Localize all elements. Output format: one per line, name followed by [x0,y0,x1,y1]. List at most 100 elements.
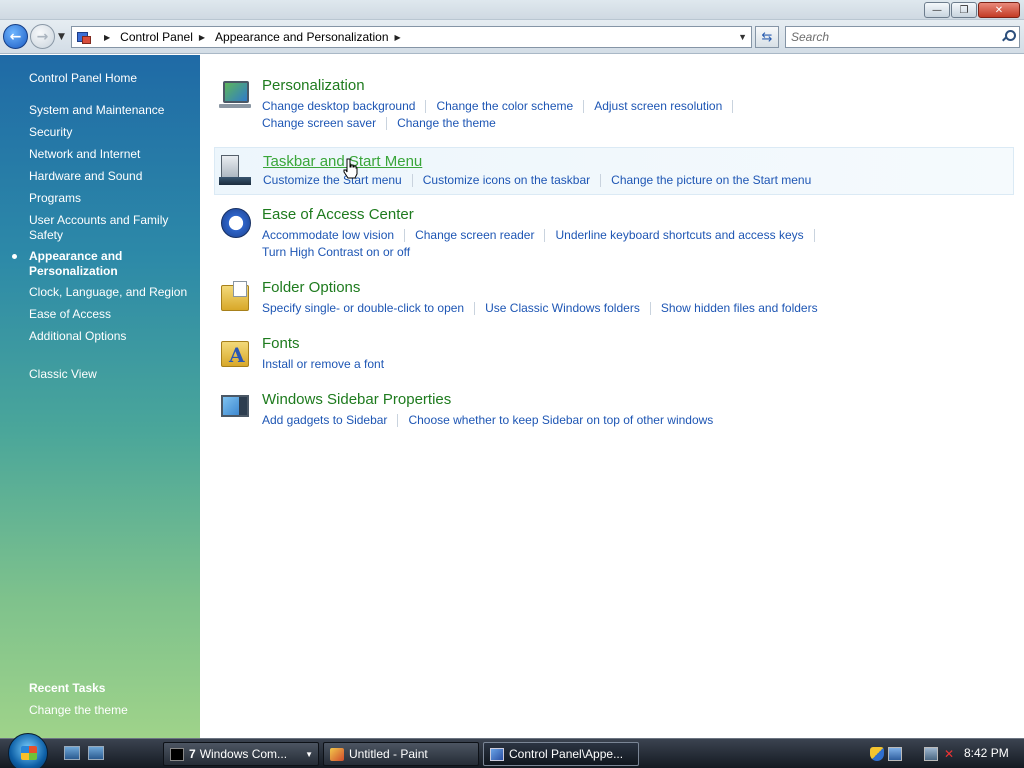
ease-of-access-icon[interactable] [219,208,251,240]
task-row: Change desktop background Change the colo… [262,99,743,114]
switch-windows-icon[interactable] [88,746,104,760]
task-link[interactable]: Choose whether to keep Sidebar on top of… [408,413,713,427]
fonts-icon[interactable]: A [219,337,251,369]
task-link[interactable]: Specify single- or double-click to open [262,301,464,315]
category-title[interactable]: Folder Options [262,279,360,296]
address-bar[interactable]: ▶ Control Panel ▶ Appearance and Persona… [71,26,752,48]
taskbar-button-paint[interactable]: Untitled - Paint [323,742,479,766]
task-row: Specify single- or double-click to open U… [262,301,818,316]
sidebar-control-panel-home[interactable]: Control Panel Home [29,71,194,86]
taskbar-button-label: Control Panel\Appe... [509,747,624,761]
task-link[interactable]: Show hidden files and folders [661,301,818,315]
forward-button[interactable]: → [30,24,55,49]
command-prompt-icon [170,747,184,761]
search-input[interactable] [791,30,991,44]
taskbar-button-label: Windows Com... [199,747,288,761]
minimize-button[interactable]: — [924,2,950,18]
taskbar: 7 Windows Com... ▼ Untitled - Paint Cont… [0,733,1024,768]
task-link[interactable]: Add gadgets to Sidebar [262,413,387,427]
control-panel-icon [490,747,504,761]
task-link[interactable]: Customize the Start menu [263,173,402,187]
clock[interactable]: 8:42 PM [964,746,1009,760]
notification-area: ✕ [870,744,956,764]
task-link[interactable]: Change desktop background [262,99,415,113]
taskbar-button-control-panel[interactable]: Control Panel\Appe... [483,742,639,766]
task-link[interactable]: Change screen saver [262,116,376,130]
category-taskbar: Taskbar and Start Menu Customize the Sta… [214,147,1014,195]
category-title[interactable]: Ease of Access Center [262,206,414,223]
task-link[interactable]: Underline keyboard shortcuts and access … [555,228,803,242]
task-link[interactable]: Turn High Contrast on or off [262,245,410,259]
back-button[interactable]: ← [3,24,28,49]
task-link[interactable]: Change the color scheme [436,99,573,113]
control-panel-icon [76,30,92,44]
title-bar: — ❐ ✕ [0,0,1024,20]
task-link[interactable]: Change screen reader [415,228,534,242]
selected-bullet [12,254,17,259]
sidebar-item-clock[interactable]: Clock, Language, and Region [29,285,194,300]
task-row: Turn High Contrast on or off [262,245,410,259]
sidebar-item-user-accounts[interactable]: User Accounts and Family Safety [29,213,194,243]
sidebar-item-security[interactable]: Security [29,125,194,140]
sidebar-item-additional[interactable]: Additional Options [29,329,194,344]
start-button[interactable] [8,733,48,768]
network-icon[interactable] [888,747,902,761]
refresh-button[interactable]: ⇆ [755,26,779,48]
address-dropdown-icon[interactable]: ▼ [738,32,747,42]
chevron-right-icon[interactable]: ▶ [199,33,205,42]
folder-icon[interactable] [219,281,251,313]
chevron-right-icon[interactable]: ▶ [104,33,110,42]
task-link[interactable]: Adjust screen resolution [594,99,722,113]
volume-muted-icon[interactable]: ✕ [942,747,956,761]
search-icon[interactable] [1002,30,1016,42]
sidebar-item-network[interactable]: Network and Internet [29,147,194,162]
navigation-bar: ← → ▼ ▶ Control Panel ▶ Appearance and P… [0,20,1024,54]
task-row: Add gadgets to Sidebar Choose whether to … [262,413,713,428]
task-link[interactable]: Use Classic Windows folders [485,301,640,315]
security-shield-icon[interactable] [870,747,884,761]
sidebar-item-system[interactable]: System and Maintenance [29,103,194,118]
group-dropdown-icon: ▼ [305,750,313,759]
taskbar-icon[interactable] [219,153,251,185]
sidebar-item-ease-of-access[interactable]: Ease of Access [29,307,194,322]
refresh-icon: ⇆ [761,29,773,45]
sidebar-item-hardware[interactable]: Hardware and Sound [29,169,194,184]
category-fonts: A Fonts Install or remove a font [215,335,1015,375]
monitor-icon[interactable] [219,79,251,111]
category-title[interactable]: Windows Sidebar Properties [262,391,451,408]
category-ease-of-access: Ease of Access Center Accommodate low vi… [215,206,1015,262]
task-row: Accommodate low vision Change screen read… [262,228,825,243]
category-folder-options: Folder Options Specify single- or double… [215,279,1015,319]
window-count: 7 [189,747,196,761]
task-row: Change screen saver Change the theme [262,116,496,131]
maximize-button[interactable]: ❐ [951,2,977,18]
category-title[interactable]: Personalization [262,77,365,94]
breadcrumb-appearance[interactable]: Appearance and Personalization [215,30,388,44]
task-row: Install or remove a font [262,357,384,371]
task-link[interactable]: Accommodate low vision [262,228,394,242]
task-link[interactable]: Change the picture on the Start menu [611,173,811,187]
close-button[interactable]: ✕ [978,2,1020,18]
taskbar-button-command-prompt[interactable]: 7 Windows Com... ▼ [163,742,319,766]
sidebar-item-programs[interactable]: Programs [29,191,194,206]
category-personalization: Personalization Change desktop backgroun… [215,77,1015,133]
search-box[interactable] [785,26,1020,48]
breadcrumb-control-panel[interactable]: Control Panel [120,30,193,44]
task-link[interactable]: Install or remove a font [262,357,384,371]
sidebar-item-appearance: Appearance and Personalization [29,249,123,278]
recent-task-change-theme[interactable]: Change the theme [29,703,194,718]
chevron-right-icon[interactable]: ▶ [395,33,401,42]
main-content: Personalization Change desktop backgroun… [201,55,1024,738]
sidebar-icon[interactable] [219,393,251,425]
window-controls: — ❐ ✕ [924,2,1020,18]
task-link[interactable]: Change the theme [397,116,496,130]
recent-tasks-heading: Recent Tasks [29,681,106,695]
show-desktop-icon[interactable] [64,746,80,760]
category-title[interactable]: Fonts [262,335,300,352]
sidebar-classic-view[interactable]: Classic View [29,367,194,382]
task-link[interactable]: Customize icons on the taskbar [423,173,590,187]
taskbar-button-label: Untitled - Paint [349,747,428,761]
network-disconnected-icon[interactable] [924,747,938,761]
recent-pages-dropdown[interactable]: ▼ [58,32,65,42]
hand-cursor-icon [343,158,358,179]
